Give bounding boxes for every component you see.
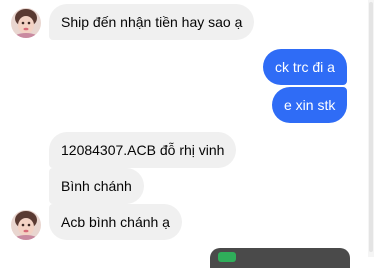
scrollbar-thumb[interactable] <box>369 2 373 252</box>
contact-avatar[interactable] <box>11 210 41 240</box>
message-text: Bình chánh <box>61 178 132 194</box>
avatar-photo-icon <box>11 8 41 38</box>
message-text: 12084307.ACB đỗ rhị vinh <box>61 142 225 158</box>
message-outgoing[interactable]: e xin stk <box>272 87 348 123</box>
message-outgoing[interactable]: ck trc đi a <box>263 49 347 85</box>
message-text: Acb bình chánh ạ <box>61 214 170 230</box>
message-outgoing-attachment[interactable] <box>210 248 350 268</box>
contact-avatar[interactable] <box>11 8 41 38</box>
message-text: Ship đến nhận tiền hay sao ạ <box>61 14 243 30</box>
message-incoming[interactable]: 12084307.ACB đỗ rhị vinh <box>49 132 237 168</box>
message-text: ck trc đi a <box>275 59 335 75</box>
scrollbar[interactable] <box>368 0 374 257</box>
message-incoming[interactable]: Ship đến nhận tiền hay sao ạ <box>49 4 255 40</box>
message-incoming[interactable]: Acb bình chánh ạ <box>49 204 182 240</box>
avatar-photo-icon <box>11 210 41 240</box>
chat-thread: Ship đến nhận tiền hay sao ạ ck trc đi a… <box>0 0 374 268</box>
message-text: e xin stk <box>284 97 336 113</box>
attachment-icon <box>218 252 236 262</box>
message-incoming[interactable]: Bình chánh <box>49 168 144 204</box>
